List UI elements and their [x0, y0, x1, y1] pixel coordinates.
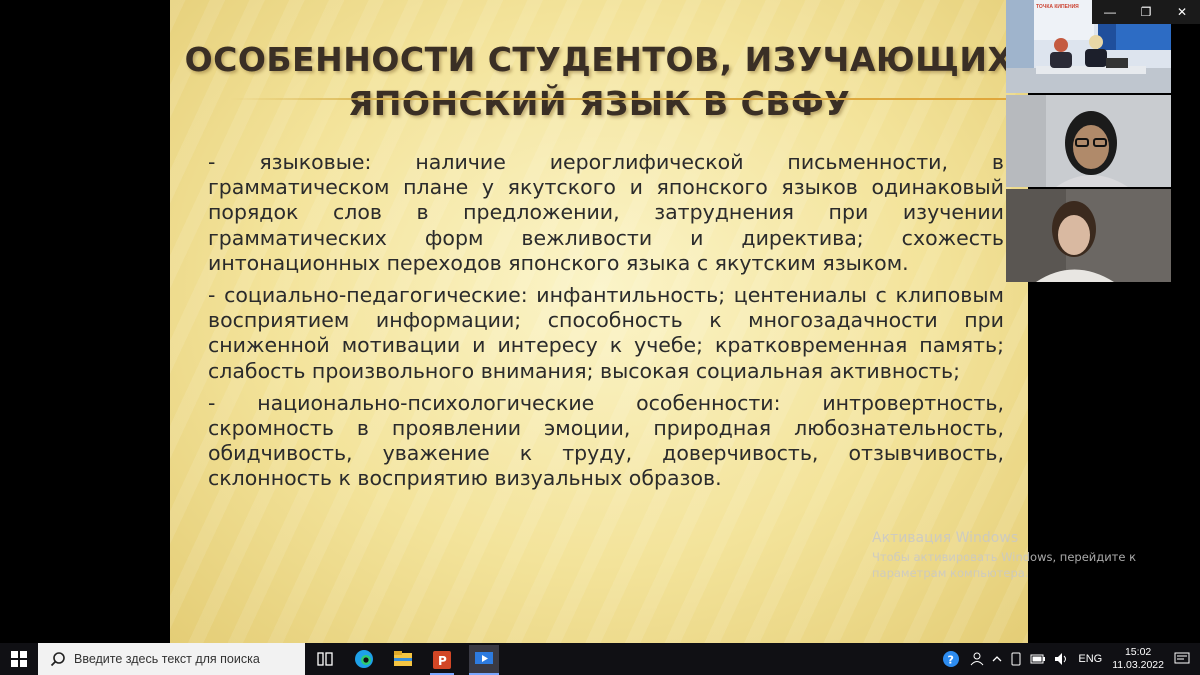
window-controls: — ❐ ✕	[1092, 0, 1200, 24]
slide-title-line1: Особенности студентов, изучающих	[184, 40, 1014, 79]
help-icon[interactable]: ?	[942, 650, 960, 668]
bullet-national-psychological: - национально-психологические особенност…	[208, 390, 1004, 491]
taskbar: Введите здесь текст для поиска P ? ENG 1…	[0, 643, 1200, 675]
task-view-icon[interactable]	[313, 647, 337, 671]
volume-icon[interactable]	[1054, 652, 1070, 666]
svg-text:P: P	[438, 654, 447, 668]
video-feed-participant-3[interactable]	[1006, 189, 1171, 282]
windows-logo-icon	[11, 651, 27, 667]
activation-title: Активация Windows	[872, 530, 1019, 546]
search-icon	[50, 652, 65, 667]
participant-3-image	[1006, 189, 1171, 282]
slideshow-app-icon[interactable]	[469, 645, 499, 675]
clock-date: 11.03.2022	[1112, 659, 1164, 671]
powerpoint-glyph: P	[433, 651, 451, 669]
language-indicator[interactable]: ENG	[1078, 653, 1102, 665]
edge-glyph	[355, 650, 373, 668]
folder-glyph	[394, 651, 412, 666]
slide-title: Особенности студентов, изучающих японски…	[170, 38, 1028, 126]
participant-2-image	[1006, 95, 1171, 187]
minimize-button[interactable]: —	[1092, 0, 1128, 24]
chevron-up-icon[interactable]	[992, 654, 1002, 664]
slide-title-line2: японский язык в СВФУ	[347, 84, 851, 123]
edge-browser-icon[interactable]	[352, 647, 376, 671]
person-icon[interactable]	[970, 652, 984, 666]
activation-subtitle-line2: параметрам компьютера.	[872, 566, 1029, 580]
slideshow-glyph	[475, 652, 493, 664]
battery-icon[interactable]	[1030, 653, 1046, 665]
restore-button[interactable]: ❐	[1128, 0, 1164, 24]
slide-body: - языковые: наличие иероглифической пись…	[208, 150, 1004, 499]
clock-time: 15:02	[1124, 646, 1152, 658]
taskbar-search-box[interactable]: Введите здесь текст для поиска	[38, 643, 305, 675]
notifications-icon[interactable]	[1174, 652, 1190, 666]
clock[interactable]: 15:02 11.03.2022	[1112, 646, 1164, 672]
bullet-socio-pedagogical: - социально-педагогические: инфантильнос…	[208, 283, 1004, 383]
start-button[interactable]	[0, 643, 38, 675]
search-placeholder: Введите здесь текст для поиска	[74, 652, 260, 666]
system-tray: ? ENG 15:02 11.03.2022	[942, 643, 1200, 675]
windows-activation-watermark: Активация Windows Чтобы активировать Win…	[872, 530, 1136, 581]
device-icon[interactable]	[1010, 652, 1022, 666]
close-button[interactable]: ✕	[1164, 0, 1200, 24]
powerpoint-icon[interactable]: P	[430, 647, 454, 675]
bullet-linguistic: - языковые: наличие иероглифической пись…	[208, 150, 1004, 275]
task-view-glyph	[317, 652, 333, 666]
activation-subtitle: Чтобы активировать Windows, перейдите к …	[872, 549, 1136, 581]
video-feed-participant-2[interactable]	[1006, 95, 1171, 187]
title-underline	[230, 98, 1028, 100]
file-explorer-icon[interactable]	[391, 647, 415, 671]
activation-subtitle-line1: Чтобы активировать Windows, перейдите к	[872, 550, 1137, 564]
video-feed-banner: ТОЧКА КИПЕНИЯ	[1036, 4, 1079, 10]
svg-text:?: ?	[948, 654, 954, 667]
